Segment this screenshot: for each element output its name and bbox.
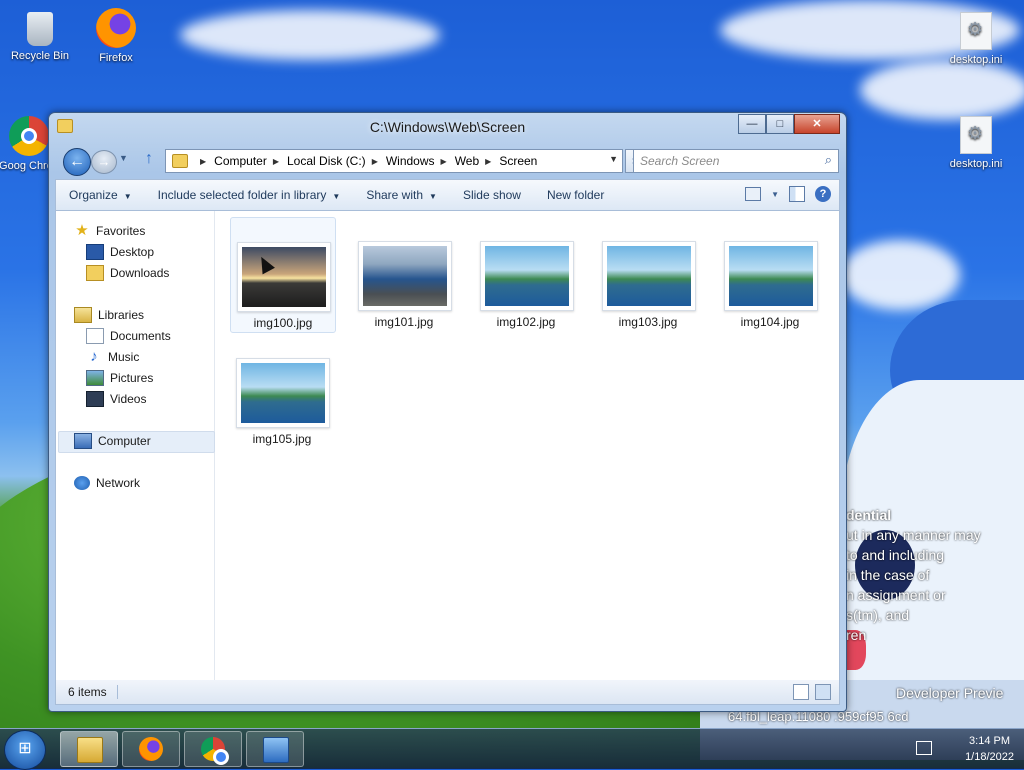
file-item-img104[interactable]: img104.jpg (718, 217, 822, 331)
breadcrumb-computer[interactable]: Computer ▶ (214, 154, 287, 168)
search-input[interactable]: Search Screen ⌕ (633, 149, 839, 173)
network-icon (74, 476, 90, 490)
computer-icon (74, 433, 92, 449)
taskbar-explorer-button[interactable] (60, 731, 118, 767)
details-view-icon[interactable] (793, 684, 809, 700)
close-button[interactable]: ✕ (794, 114, 840, 134)
documents-icon (86, 328, 104, 344)
new-folder-button[interactable]: New folder (534, 188, 617, 202)
up-arrow-icon[interactable]: ↑ (145, 150, 153, 168)
star-icon: ★ (75, 222, 89, 239)
clock[interactable]: 3:14 PM 1/18/2022 (965, 733, 1014, 765)
sidebar-item-libraries[interactable]: Libraries (74, 305, 144, 325)
desktop-icon-desktop-ini[interactable]: desktop.ini (938, 12, 1014, 66)
cloud (860, 60, 1024, 120)
sidebar-item-network[interactable]: Network (74, 473, 140, 493)
navigation-pane: ★ Favorites Desktop Downloads Libraries D… (56, 211, 215, 681)
desktop-icon (86, 244, 104, 260)
taskbar-firefox-button[interactable] (122, 731, 180, 767)
large-icons-view-icon[interactable] (815, 684, 831, 700)
image-thumbnail (724, 241, 818, 311)
file-item-img100[interactable]: img100.jpg (230, 217, 336, 333)
desktop-icon-firefox[interactable]: Firefox (78, 8, 154, 64)
chevron-right-icon[interactable]: ▶ (200, 157, 206, 166)
slide-show-button[interactable]: Slide show (450, 188, 534, 202)
sidebar-item-desktop[interactable]: Desktop (86, 242, 154, 262)
chevron-down-icon[interactable]: ▼ (771, 190, 779, 199)
chevron-down-icon[interactable]: ▼ (609, 154, 618, 164)
file-item-img103[interactable]: img103.jpg (596, 217, 700, 331)
minimize-button[interactable]: — (738, 114, 766, 134)
organize-button[interactable]: Organize ▼ (56, 188, 145, 202)
forward-button[interactable]: → (91, 150, 117, 174)
pictures-icon (86, 370, 104, 386)
image-thumbnail (236, 358, 330, 428)
sidebar-item-pictures[interactable]: Pictures (86, 368, 153, 388)
command-bar: Organize ▼ Include selected folder in lib… (55, 179, 840, 211)
file-item-img102[interactable]: img102.jpg (474, 217, 578, 331)
include-in-library-button[interactable]: Include selected folder in library ▼ (145, 188, 354, 202)
breadcrumb-screen[interactable]: Screen (499, 154, 537, 168)
sidebar-item-favorites[interactable]: ★ Favorites (74, 221, 145, 241)
music-icon: ♪ (90, 348, 98, 365)
confidential-watermark: dential ut in any manner may to and incl… (846, 507, 981, 643)
desktop-icon-recycle-bin[interactable]: Recycle Bin (2, 8, 78, 62)
image-thumbnail (237, 242, 331, 312)
network-tray-icon[interactable] (916, 741, 932, 755)
settings-file-icon (960, 116, 992, 154)
address-bar[interactable]: ▶ Computer ▶ Local Disk (C:) ▶ Windows ▶ We… (165, 149, 623, 173)
clock-time: 3:14 PM (969, 735, 1011, 747)
item-count: 6 items (68, 685, 118, 699)
folder-icon (172, 154, 188, 168)
control-panel-icon (263, 737, 289, 763)
clock-date: 1/18/2022 (965, 751, 1014, 763)
cloud (180, 10, 440, 60)
back-button[interactable]: ← (63, 148, 91, 176)
library-icon (74, 307, 92, 323)
sidebar-item-downloads[interactable]: Downloads (86, 263, 169, 283)
explorer-window[interactable]: C:\Windows\Web\Screen — □ ✕ ← → ▼ ↑ ▶ Co… (48, 112, 847, 712)
maximize-button[interactable]: □ (766, 114, 794, 134)
desktop-icon-desktop-ini[interactable]: desktop.ini (938, 116, 1014, 170)
firefox-icon (139, 737, 163, 761)
breadcrumb-windows[interactable]: Windows ▶ (386, 154, 455, 168)
recycle-bin-icon (27, 12, 53, 46)
taskbar-chrome-button[interactable] (184, 731, 242, 767)
taskbar: ⊞ 3:14 PM 1/18/2022 (0, 728, 1024, 770)
caption-buttons: — □ ✕ (738, 114, 840, 134)
firefox-icon (96, 8, 136, 48)
share-with-button[interactable]: Share with ▼ (353, 188, 450, 202)
preview-pane-icon[interactable] (789, 186, 805, 202)
image-thumbnail (358, 241, 452, 311)
downloads-folder-icon (86, 265, 104, 281)
file-item-img101[interactable]: img101.jpg (352, 217, 456, 331)
chrome-icon (201, 737, 229, 765)
sidebar-item-music[interactable]: ♪ Music (86, 347, 139, 367)
window-title: C:\Windows\Web\Screen (369, 119, 526, 135)
recent-pages-dropdown[interactable]: ▼ (119, 153, 128, 163)
sidebar-item-videos[interactable]: Videos (86, 389, 146, 409)
help-icon[interactable]: ? (815, 186, 831, 202)
chrome-icon (9, 116, 49, 156)
change-view-icon[interactable] (745, 187, 762, 201)
navigation-bar: ← → ▼ ↑ ▶ Computer ▶ Local Disk (C:) ▶ Win… (55, 147, 840, 176)
taskbar-control-panel-button[interactable] (246, 731, 304, 767)
videos-icon (86, 391, 104, 407)
file-list: img100.jpg img101.jpg img102.jpg img103.… (216, 211, 839, 681)
status-bar: 6 items (55, 680, 840, 705)
start-button[interactable]: ⊞ (4, 730, 46, 770)
settings-file-icon (960, 12, 992, 50)
breadcrumb-local-disk[interactable]: Local Disk (C:) ▶ (287, 154, 386, 168)
search-icon[interactable]: ⌕ (825, 152, 832, 168)
explorer-body: ★ Favorites Desktop Downloads Libraries D… (55, 210, 840, 682)
image-thumbnail (602, 241, 696, 311)
folder-icon (77, 737, 103, 763)
file-item-img105[interactable]: img105.jpg (230, 334, 334, 448)
sidebar-item-computer[interactable]: Computer (74, 431, 151, 451)
image-thumbnail (480, 241, 574, 311)
sidebar-item-documents[interactable]: Documents (86, 326, 171, 346)
build-watermark: Developer Previe (896, 685, 1004, 701)
breadcrumb-web[interactable]: Web ▶ (455, 154, 500, 168)
